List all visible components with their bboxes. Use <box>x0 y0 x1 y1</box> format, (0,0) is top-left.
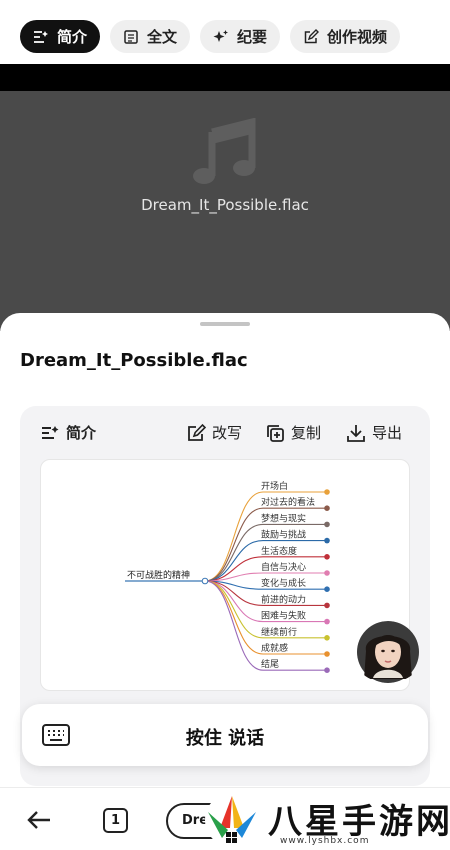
mind-map-branch-dot <box>324 505 330 511</box>
player-top-bar <box>0 64 450 91</box>
sheet-drag-handle[interactable] <box>200 322 250 326</box>
music-note-icon <box>193 118 256 184</box>
avatar-image <box>357 621 419 683</box>
mind-map-branch-label: 生活态度 <box>261 545 297 557</box>
copy-label: 复制 <box>291 424 322 442</box>
bottom-sheet: Dream_It_Possible.flac 简介 改写 复制 导出 不可战胜的… <box>0 313 450 850</box>
summary-icon <box>33 30 48 43</box>
mind-map-branch-dot <box>324 586 330 592</box>
sparkle-icon <box>213 29 228 42</box>
card-summary-label: 简介 <box>66 424 97 442</box>
mind-map-branch-dot <box>324 667 330 673</box>
player-file-name: Dream_It_Possible.flac <box>141 196 309 214</box>
mind-map-branch-label: 成就感 <box>261 642 288 654</box>
download-icon <box>347 424 365 442</box>
page-count-button[interactable]: 1 <box>103 808 128 833</box>
mind-map-branch-label: 继续前行 <box>261 626 297 638</box>
tab-summary[interactable]: 简介 <box>20 20 100 53</box>
mind-map-root-label: 不可战胜的精神 <box>127 569 190 581</box>
hold-to-talk-button[interactable]: 按住 说话 <box>22 704 428 766</box>
summary-icon <box>42 425 59 439</box>
mind-map-branch-label: 梦想与现实 <box>261 512 306 524</box>
document-icon <box>124 29 138 44</box>
tab-fulltext[interactable]: 全文 <box>110 20 190 53</box>
tab-summary-label: 简介 <box>56 28 87 46</box>
document-title: Dream_It_Possible.flac <box>20 350 248 371</box>
mind-map-branch-dot <box>324 554 330 560</box>
mind-map-branch-dot <box>324 651 330 657</box>
tab-create-video-label: 创作视频 <box>326 28 387 46</box>
mind-map-branch-label: 变化与成长 <box>261 577 306 589</box>
media-player[interactable]: Dream_It_Possible.flac <box>0 91 450 331</box>
edit-icon <box>188 423 206 441</box>
mind-map-branch-dot <box>324 618 330 625</box>
tab-minutes[interactable]: 纪要 <box>200 20 280 53</box>
edit-icon <box>304 28 319 43</box>
back-arrow-icon[interactable] <box>26 808 52 832</box>
mind-map-branch-label: 开场白 <box>261 480 288 492</box>
tab-bar: 简介 全文 纪要 创作视频 <box>0 0 450 64</box>
export-button[interactable]: 导出 <box>346 422 402 443</box>
mind-map-branch-dot <box>324 489 330 495</box>
tab-create-video[interactable]: 创作视频 <box>290 20 400 53</box>
tab-fulltext-label: 全文 <box>146 28 177 46</box>
hold-to-talk-label: 按住 说话 <box>185 728 265 749</box>
mind-map-branch-label: 对过去的看法 <box>261 496 315 508</box>
assistant-avatar[interactable] <box>352 621 424 683</box>
mind-map-branch-label: 自信与决心 <box>261 561 306 573</box>
mind-map-branch-dot <box>324 570 330 576</box>
mind-map-branch-dot <box>324 537 330 544</box>
mind-map-branch-dot <box>324 602 330 609</box>
mind-map-root-node <box>201 577 209 585</box>
copy-icon <box>267 424 284 442</box>
mind-map-branch-dot <box>324 635 330 641</box>
rewrite-label: 改写 <box>212 424 243 442</box>
mind-map-branch-label: 前进的动力 <box>261 593 306 605</box>
card-summary-heading: 简介 <box>40 422 96 443</box>
tab-minutes-label: 纪要 <box>236 28 267 46</box>
mind-map-branch-label: 困难与失败 <box>261 610 306 622</box>
copy-button[interactable]: 复制 <box>265 422 321 443</box>
mind-map-branch-label: 鼓励与挑战 <box>261 529 306 541</box>
export-label: 导出 <box>372 424 403 442</box>
rewrite-button[interactable]: 改写 <box>186 422 242 443</box>
mind-map-branch-dot <box>324 521 330 528</box>
card-header: 简介 改写 复制 导出 <box>20 406 430 458</box>
mind-map-branch-label: 结尾 <box>261 658 279 670</box>
watermark-url: www.lyshbx.com <box>280 836 370 846</box>
